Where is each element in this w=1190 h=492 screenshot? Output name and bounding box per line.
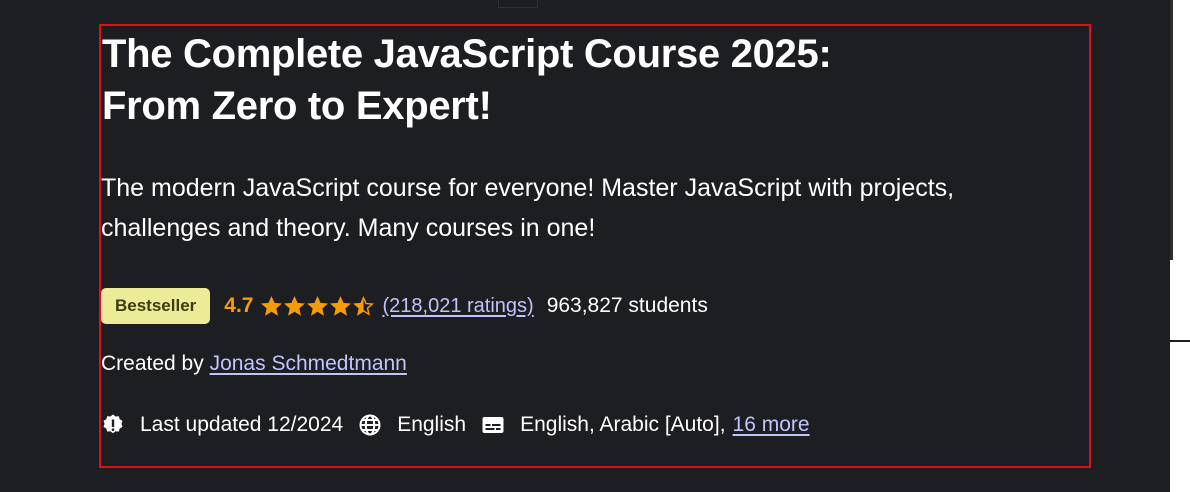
- course-title-line-2: From Zero to Expert!: [102, 84, 492, 128]
- captions: English, Arabic [Auto], 16 more: [481, 413, 810, 437]
- course-landing-header: The Complete JavaScript Course 2025: Fro…: [0, 0, 1190, 492]
- side-panel-divider: [1170, 340, 1190, 342]
- captions-text: English, Arabic [Auto],: [520, 413, 726, 436]
- course-title-line-1: The Complete JavaScript Course 2025:: [102, 32, 832, 76]
- star-half-icon: [353, 295, 375, 316]
- students-count: 963,827 students: [546, 294, 708, 317]
- globe-icon: [359, 414, 381, 436]
- rating-value: 4.7: [224, 294, 254, 317]
- course-meta-row: Last updated 12/2024 English English, Ar…: [101, 410, 810, 440]
- created-by: Created by Jonas Schmedtmann: [101, 352, 407, 376]
- top-tab-outline: [498, 0, 538, 8]
- course-title: The Complete JavaScript Course 2025: Fro…: [102, 28, 1082, 132]
- course-headline-line-2: challenges and theory. Many courses in o…: [101, 214, 596, 242]
- created-by-label: Created by: [101, 352, 204, 375]
- instructor-link[interactable]: Jonas Schmedtmann: [210, 352, 407, 375]
- captions-more-link[interactable]: 16 more: [733, 413, 810, 437]
- bestseller-badge: Bestseller: [101, 288, 211, 324]
- course-headline-line-1: The modern JavaScript course for everyon…: [101, 174, 955, 202]
- star-rating: [261, 295, 375, 317]
- last-updated: Last updated 12/2024: [101, 413, 343, 437]
- star-full-icon: [307, 295, 329, 316]
- alert-badge-icon: [103, 414, 123, 434]
- star-full-icon: [284, 295, 306, 316]
- rating-row: Bestseller 4.7 (218,021 ratings) 963,827…: [101, 287, 708, 325]
- side-panel-edge: [1170, 0, 1173, 260]
- star-full-icon: [330, 295, 352, 316]
- star-full-icon: [261, 295, 283, 316]
- ratings-count-link[interactable]: (218,021 ratings): [382, 295, 533, 318]
- language: English: [358, 413, 466, 437]
- language-text: English: [397, 413, 467, 436]
- closed-captions-icon: [482, 417, 504, 433]
- course-headline: The modern JavaScript course for everyon…: [101, 168, 1091, 248]
- purchase-side-panel: [1170, 0, 1190, 492]
- last-updated-text: Last updated 12/2024: [140, 413, 344, 436]
